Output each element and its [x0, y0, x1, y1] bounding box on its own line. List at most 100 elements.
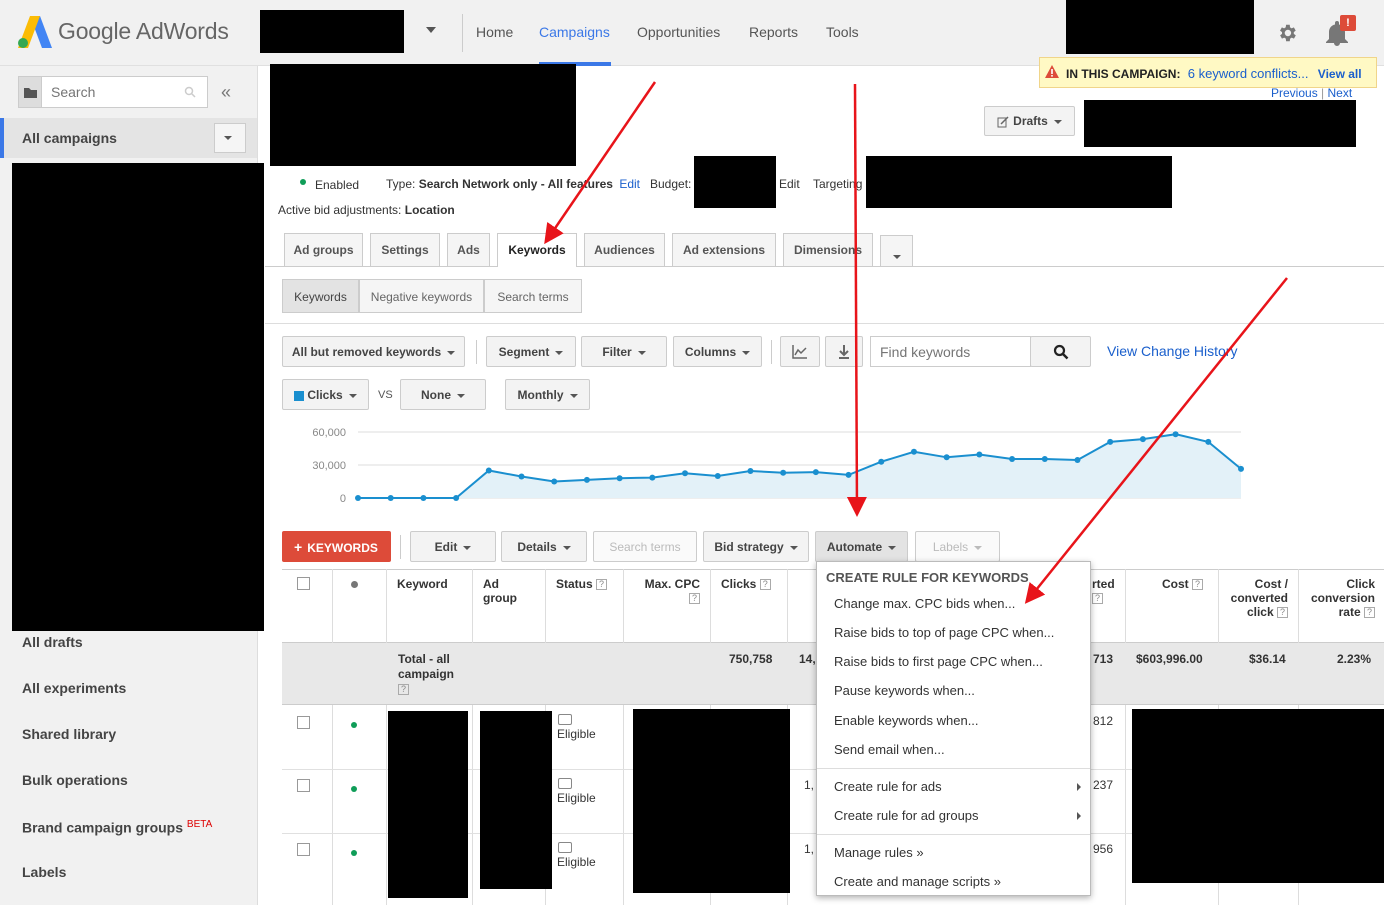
search-terms-button[interactable]: Search terms — [593, 531, 697, 562]
help-icon[interactable]: ? — [398, 684, 409, 696]
help-icon[interactable]: ? — [1192, 579, 1204, 591]
sidebar-search-input[interactable] — [41, 76, 208, 108]
download-button[interactable] — [825, 336, 863, 367]
edit-budget-link[interactable]: Edit — [779, 177, 800, 191]
menu-item-send-email[interactable]: Send email when... — [834, 742, 945, 757]
tab-audiences[interactable]: Audiences — [584, 233, 665, 266]
filter-button[interactable]: Filter — [581, 336, 667, 367]
account-name-redacted[interactable] — [260, 10, 404, 53]
details-button[interactable]: Details — [501, 531, 587, 562]
sidebar-item-labels[interactable]: Labels — [22, 864, 66, 880]
bid-strategy-button[interactable]: Bid strategy — [703, 531, 809, 562]
more-tabs-button[interactable] — [880, 235, 913, 266]
tab-ad-extensions[interactable]: Ad extensions — [672, 233, 776, 266]
gear-icon[interactable] — [1276, 22, 1298, 44]
menu-item-raise-top-of-page[interactable]: Raise bids to top of page CPC when... — [834, 625, 1054, 640]
tab-dimensions[interactable]: Dimensions — [783, 233, 873, 266]
help-icon[interactable]: ? — [1277, 607, 1288, 619]
automate-button[interactable]: Automate — [815, 531, 908, 562]
edit-type-link[interactable]: Edit — [619, 177, 640, 191]
all-campaigns-label[interactable]: All campaigns — [22, 130, 117, 146]
menu-item-manage-scripts[interactable]: Create and manage scripts » — [834, 874, 1001, 889]
speech-bubble-icon[interactable] — [558, 842, 572, 853]
folder-icon[interactable] — [18, 76, 42, 108]
nav-campaigns[interactable]: Campaigns — [539, 24, 610, 40]
speech-bubble-icon[interactable] — [558, 714, 572, 725]
next-link[interactable]: Next — [1328, 86, 1353, 100]
menu-item-raise-first-page[interactable]: Raise bids to first page CPC when... — [834, 654, 1043, 669]
labels-button[interactable]: Labels — [915, 531, 1000, 562]
filter-label: Filter — [602, 345, 632, 359]
chart-toggle-button[interactable] — [780, 336, 820, 367]
nav-home[interactable]: Home — [476, 24, 513, 40]
tab-settings[interactable]: Settings — [370, 233, 440, 266]
menu-item-change-max-cpc[interactable]: Change max. CPC bids when... — [834, 596, 1015, 611]
menu-item-pause-keywords[interactable]: Pause keywords when... — [834, 683, 975, 698]
row-checkbox[interactable] — [297, 843, 310, 856]
collapse-sidebar-icon[interactable]: « — [221, 82, 231, 103]
ad-groups-redacted — [480, 711, 552, 889]
tab-ad-groups[interactable]: Ad groups — [284, 233, 363, 266]
subtab-search-terms[interactable]: Search terms — [484, 279, 582, 313]
nav-reports[interactable]: Reports — [749, 24, 798, 40]
subtab-negative-keywords[interactable]: Negative keywords — [359, 279, 484, 313]
menu-item-rule-for-ads[interactable]: Create rule for ads — [834, 779, 942, 794]
sidebar-item-shared-library[interactable]: Shared library — [22, 726, 116, 742]
view-change-history-link[interactable]: View Change History — [1107, 343, 1237, 359]
col-max-cpc[interactable]: Max. CPC? — [640, 577, 700, 605]
row-checkbox[interactable] — [297, 716, 310, 729]
row-checkbox[interactable] — [297, 779, 310, 792]
menu-heading: CREATE RULE FOR KEYWORDS — [826, 570, 1029, 585]
find-keywords-input[interactable] — [870, 336, 1031, 367]
col-conv-rate[interactable]: Click conversion rate ? — [1303, 577, 1375, 619]
nav-tools[interactable]: Tools — [826, 24, 859, 40]
menu-item-manage-rules[interactable]: Manage rules » — [834, 845, 924, 860]
account-dropdown-icon[interactable] — [426, 27, 436, 33]
drafts-button[interactable]: Drafts — [984, 106, 1075, 136]
help-icon[interactable]: ? — [596, 579, 608, 591]
columns-button[interactable]: Columns — [673, 336, 762, 367]
help-icon[interactable]: ? — [759, 579, 771, 591]
help-icon[interactable]: ? — [689, 593, 700, 605]
col-divider — [386, 569, 387, 905]
all-campaigns-dropdown[interactable] — [214, 123, 246, 153]
col-cost[interactable]: Cost ? — [1162, 577, 1204, 591]
col-cost-per-conv[interactable]: Cost / converted click ? — [1224, 577, 1288, 619]
col-keyword[interactable]: Keyword — [397, 577, 448, 591]
previous-link[interactable]: Previous — [1271, 86, 1318, 100]
menu-item-enable-keywords[interactable]: Enable keywords when... — [834, 713, 979, 728]
row-status: Eligible — [557, 855, 596, 869]
sidebar-item-all-drafts[interactable]: All drafts — [22, 634, 83, 650]
menu-item-rule-for-ad-groups[interactable]: Create rule for ad groups — [834, 808, 979, 823]
edit-button[interactable]: Edit — [410, 531, 496, 562]
add-keywords-button[interactable]: + KEYWORDS — [282, 531, 391, 562]
search-icon — [1053, 344, 1068, 360]
campaign-status: Enabled — [315, 178, 360, 192]
subtab-keywords[interactable]: Keywords — [282, 279, 359, 313]
col-status-label: Status — [556, 577, 593, 591]
alert-conflicts-link[interactable]: 6 keyword conflicts... — [1188, 66, 1309, 81]
select-all-checkbox[interactable] — [297, 577, 310, 590]
col-converted[interactable]: rted? — [1092, 577, 1115, 605]
tab-ads[interactable]: Ads — [447, 233, 490, 266]
speech-bubble-icon[interactable] — [558, 778, 572, 789]
alert-view-all-link[interactable]: View all — [1318, 67, 1362, 81]
help-icon[interactable]: ? — [1364, 607, 1375, 619]
col-clicks[interactable]: Clicks ? — [721, 577, 771, 591]
period-dropdown[interactable]: Monthly — [505, 379, 590, 410]
sidebar-item-brand-campaign-groups[interactable]: Brand campaign groups BETA — [22, 819, 212, 836]
help-icon[interactable]: ? — [1092, 593, 1103, 605]
nav-opportunities[interactable]: Opportunities — [637, 24, 720, 40]
metric1-dropdown[interactable]: Clicks — [282, 379, 369, 410]
col-ad-group[interactable]: Ad group — [483, 577, 533, 605]
find-keywords-search-button[interactable] — [1030, 336, 1091, 367]
chart-point — [747, 468, 754, 475]
tab-keywords[interactable]: Keywords — [497, 233, 577, 267]
metric2-dropdown[interactable]: None — [400, 379, 486, 410]
sidebar-item-bulk-operations[interactable]: Bulk operations — [22, 772, 128, 788]
chart-point — [910, 448, 917, 455]
col-status[interactable]: Status ? — [556, 577, 608, 591]
keyword-view-filter[interactable]: All but removed keywords — [282, 336, 465, 367]
sidebar-item-all-experiments[interactable]: All experiments — [22, 680, 126, 696]
segment-button[interactable]: Segment — [486, 336, 576, 367]
